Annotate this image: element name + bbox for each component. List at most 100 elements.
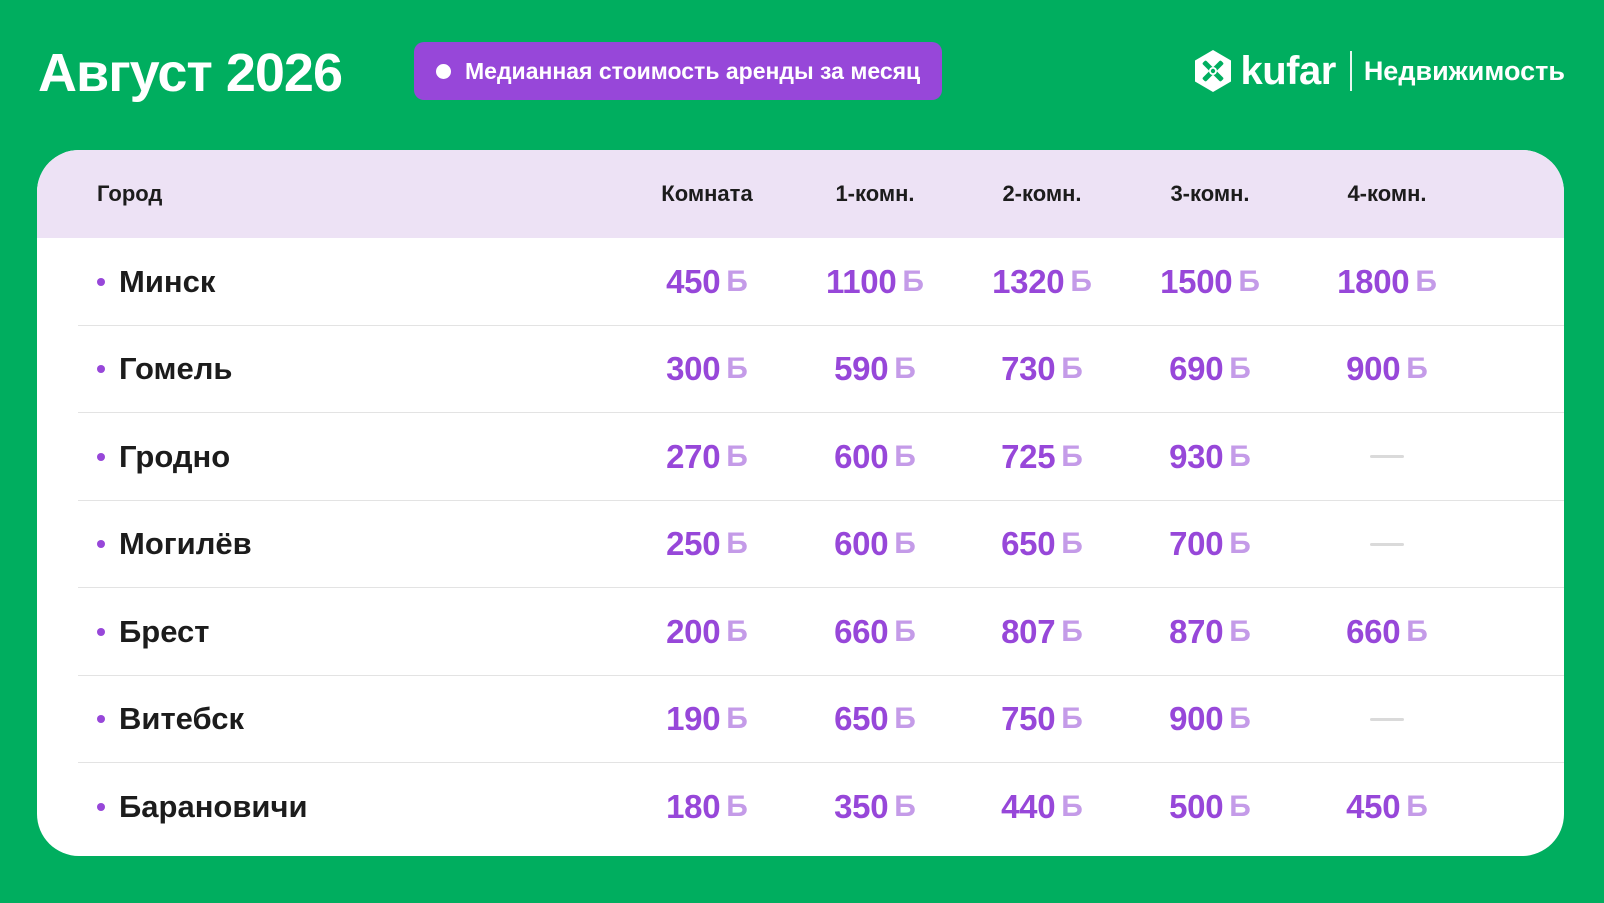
price-value: 440 [1001,787,1056,825]
price-value: 600 [834,437,889,475]
currency-symbol: Б [1229,614,1251,648]
currency-symbol: Б [894,527,916,561]
city-cell: Витебск [97,676,244,764]
price-value: 300 [666,350,721,388]
currency-symbol: Б [1229,439,1251,473]
empty-dash [1370,717,1404,721]
price-cell: 1800 Б [1297,238,1477,326]
price-value: 900 [1169,700,1224,738]
price-value: 450 [1346,787,1401,825]
currency-symbol: Б [1229,789,1251,823]
price-value: 450 [666,262,721,300]
bullet-icon [97,802,105,811]
price-cell: 450 Б [1297,763,1477,851]
price-value: 1500 [1160,262,1233,300]
city-cell: Гомель [97,326,232,414]
header-4room: 4-комн. [1347,181,1427,206]
header-room: Комната [661,181,753,206]
table-header-row: Город Комната 1-комн. 2-комн. 3-комн. 4-… [37,150,1564,238]
city-name: Гомель [119,351,233,387]
city-name: Могилёв [119,526,252,562]
header-1room: 1-комн. [835,181,915,206]
price-cell: 700 Б [1120,501,1300,589]
header: Август 2026 Медианная стоимость аренды з… [38,40,1565,103]
price-value: 1100 [826,262,897,300]
currency-symbol: Б [1406,352,1428,386]
price-cell: 807 Б [952,588,1132,676]
price-cell: 660 Б [785,588,965,676]
price-cell: 900 Б [1297,326,1477,414]
price-cell: 730 Б [952,326,1132,414]
currency-symbol: Б [894,614,916,648]
price-value: 700 [1169,525,1224,563]
price-value: 900 [1346,350,1401,388]
city-name: Гродно [119,438,231,474]
currency-symbol: Б [1406,789,1428,823]
table-row: Гомель 300 Б 590 Б 730 Б 690 Б 900 Б [37,326,1564,414]
price-cell: 200 Б [617,588,797,676]
price-value: 270 [666,437,721,475]
brand-divider [1349,51,1352,91]
currency-symbol: Б [1229,527,1251,561]
price-cell: 930 Б [1120,413,1300,501]
price-value: 600 [834,525,889,563]
price-cell: 650 Б [952,501,1132,589]
price-cell [1297,413,1477,501]
price-value: 660 [1346,612,1401,650]
currency-symbol: Б [1061,614,1083,648]
city-cell: Минск [97,238,215,326]
currency-symbol: Б [726,264,748,298]
price-cell: 900 Б [1120,676,1300,764]
currency-symbol: Б [726,702,748,736]
price-value: 690 [1169,350,1224,388]
empty-dash [1370,542,1404,546]
price-cell: 750 Б [952,676,1132,764]
currency-symbol: Б [1238,264,1260,298]
currency-symbol: Б [726,789,748,823]
city-name: Витебск [119,701,244,737]
currency-symbol: Б [894,352,916,386]
price-cell: 250 Б [617,501,797,589]
currency-symbol: Б [1229,352,1251,386]
price-cell: 440 Б [952,763,1132,851]
city-name: Брест [119,613,210,649]
price-value: 650 [1001,525,1056,563]
currency-symbol: Б [726,527,748,561]
price-cell: 270 Б [617,413,797,501]
price-cell: 725 Б [952,413,1132,501]
price-cell: 180 Б [617,763,797,851]
table-row: Брест 200 Б 660 Б 807 Б 870 Б 660 Б [37,588,1564,676]
bullet-icon [97,627,105,636]
price-cell: 350 Б [785,763,965,851]
price-value: 725 [1001,437,1056,475]
subtitle-badge: Медианная стоимость аренды за месяц [414,42,943,100]
price-cell: 690 Б [1120,326,1300,414]
currency-symbol: Б [894,789,916,823]
price-value: 660 [834,612,889,650]
brand[interactable]: kufar Недвижимость [1193,46,1565,96]
price-value: 200 [666,612,721,650]
price-value: 870 [1169,612,1224,650]
header-3room: 3-комн. [1170,181,1250,206]
price-cell: 650 Б [785,676,965,764]
price-cell: 1320 Б [952,238,1132,326]
price-value: 650 [834,700,889,738]
price-cell: 1100 Б [785,238,965,326]
table-row: Барановичи 180 Б 350 Б 440 Б 500 Б 450 Б [37,763,1564,851]
price-value: 1320 [992,262,1065,300]
price-value: 590 [834,350,889,388]
bullet-icon [97,452,105,461]
price-cell [1297,501,1477,589]
price-value: 350 [834,787,889,825]
currency-symbol: Б [894,702,916,736]
price-cell: 600 Б [785,413,965,501]
city-cell: Барановичи [97,763,308,851]
price-value: 180 [666,787,721,825]
page-title: Август 2026 [38,43,343,103]
brand-section: Недвижимость [1363,56,1565,86]
price-value: 750 [1001,700,1056,738]
table-row: Витебск 190 Б 650 Б 750 Б 900 Б [37,676,1564,764]
currency-symbol: Б [1061,789,1083,823]
currency-symbol: Б [902,264,924,298]
currency-symbol: Б [1061,702,1083,736]
